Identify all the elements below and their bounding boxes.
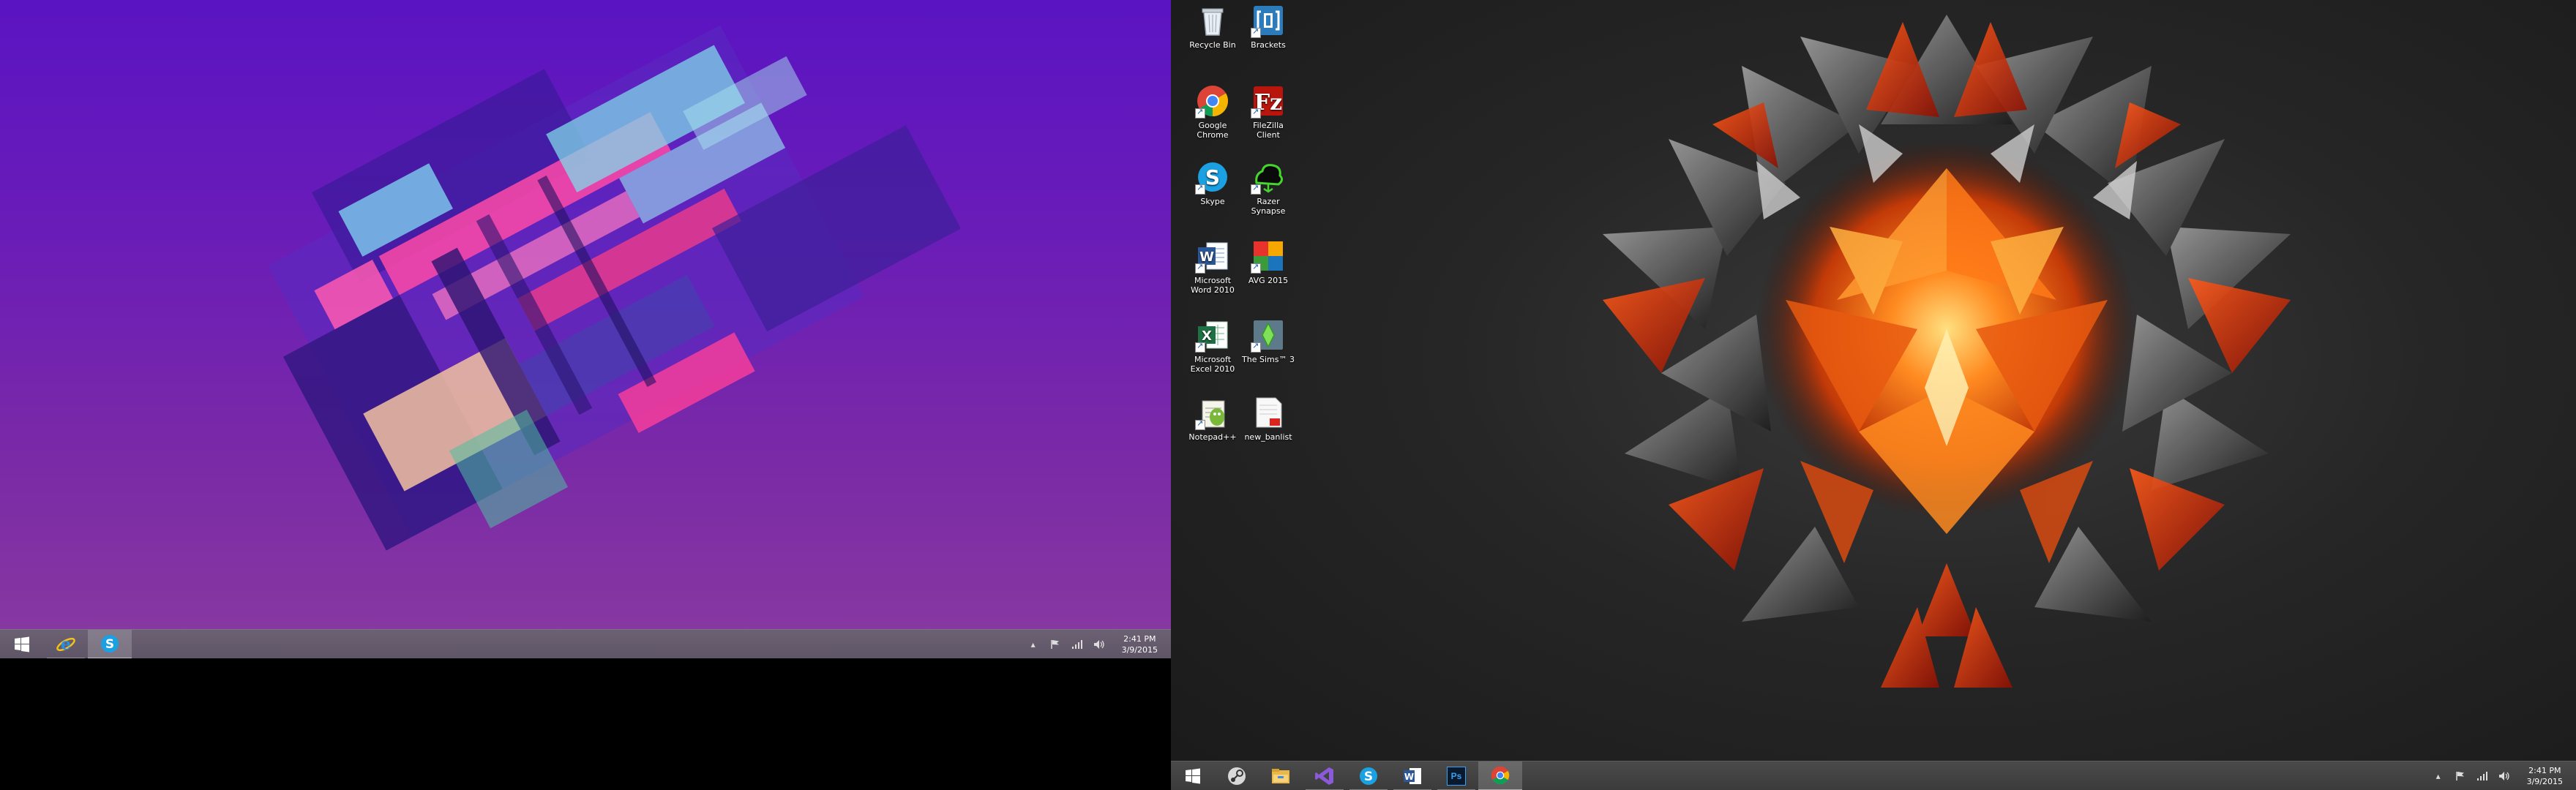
google-chrome-icon xyxy=(1491,766,1510,784)
desktop-icon-label: The Sims™ 3 xyxy=(1242,355,1295,364)
shortcut-arrow-icon xyxy=(1195,107,1205,118)
desktop-icon-label: new_banlist xyxy=(1244,432,1292,442)
taskbar: S W Ps ▴ 2:41 PM 3/9/2015 xyxy=(1171,761,2576,790)
microsoft-word-icon: W xyxy=(1404,767,1421,784)
skype-button[interactable]: S xyxy=(1347,761,1390,790)
shortcut-arrow-icon xyxy=(1195,418,1205,430)
internet-explorer-button[interactable]: e xyxy=(44,630,88,658)
start-button[interactable] xyxy=(1171,761,1215,790)
desktop-icon-label: Razer Synapse xyxy=(1251,197,1286,216)
photoshop-button[interactable]: Ps xyxy=(1434,761,1478,790)
desktop-icon-label: FileZilla Client xyxy=(1253,121,1284,140)
desktop-icon-label: Notepad++ xyxy=(1188,432,1237,442)
shortcut-arrow-icon xyxy=(1251,183,1261,195)
desktop-icon-avg[interactable]: AVG 2015 xyxy=(1240,238,1296,285)
google-chrome-button[interactable] xyxy=(1478,761,1522,790)
taskbar-clock[interactable]: 2:41 PM 3/9/2015 xyxy=(2527,765,2563,787)
shortcut-arrow-icon xyxy=(1251,26,1261,38)
desktop-icon-label: AVG 2015 xyxy=(1248,276,1289,285)
network-icon[interactable] xyxy=(2476,770,2489,783)
svg-text:S: S xyxy=(105,637,114,652)
volume-icon[interactable] xyxy=(1093,638,1106,651)
shortcut-arrow-icon xyxy=(1251,341,1261,353)
network-icon[interactable] xyxy=(1071,638,1084,651)
system-tray: ▴ 2:41 PM 3/9/2015 xyxy=(1022,630,1171,659)
shortcut-arrow-icon xyxy=(1251,262,1261,274)
empty-display-area xyxy=(0,658,1171,790)
svg-text:S: S xyxy=(1364,770,1373,784)
desktop-icon-brackets[interactable]: Brackets xyxy=(1240,3,1296,50)
show-hidden-icons-chevron-icon[interactable]: ▴ xyxy=(2432,770,2445,783)
desktop-icon-microsoft-word[interactable]: W Microsoft Word 2010 xyxy=(1185,238,1240,295)
photoshop-icon-text: Ps xyxy=(1450,770,1462,781)
recycle-bin-icon xyxy=(1202,8,1224,36)
desktop-icon-razer-synapse[interactable]: Razer Synapse xyxy=(1240,159,1296,216)
action-center-flag-icon[interactable] xyxy=(2454,770,2467,783)
shortcut-arrow-icon xyxy=(1195,262,1205,274)
shortcut-arrow-icon xyxy=(1195,183,1205,195)
windows-logo-icon xyxy=(15,636,29,652)
purple-abstract-wallpaper xyxy=(267,25,962,551)
microsoft-word-button[interactable]: W xyxy=(1390,761,1434,790)
orange-crystal-wallpaper xyxy=(1603,15,2291,688)
clock-date: 3/9/2015 xyxy=(1121,644,1158,655)
desktop-icon-microsoft-excel[interactable]: X Microsoft Excel 2010 xyxy=(1185,317,1240,374)
svg-text:e: e xyxy=(61,635,71,654)
svg-text:W: W xyxy=(1404,772,1414,782)
shortcut-arrow-icon xyxy=(1195,341,1205,353)
file-explorer-button[interactable] xyxy=(1259,761,1303,790)
right-monitor-desktop: Recycle Bin Brackets xyxy=(1171,0,2576,790)
desktop-icon-label: Google Chrome xyxy=(1197,121,1229,140)
left-monitor-desktop: e S ▴ 2:41 PM 3/9/2015 xyxy=(0,0,1171,658)
desktop-icon-filezilla[interactable]: Fz FileZilla Client xyxy=(1240,83,1296,140)
clock-time: 2:41 PM xyxy=(2528,765,2561,775)
visual-studio-icon xyxy=(1315,767,1333,785)
desktop-icon-label: Microsoft Excel 2010 xyxy=(1190,355,1235,374)
volume-icon[interactable] xyxy=(2498,770,2511,783)
skype-icon: S xyxy=(101,634,119,652)
desktop-icon-label: Microsoft Word 2010 xyxy=(1191,276,1235,295)
start-button[interactable] xyxy=(0,630,44,659)
taskbar: e S ▴ 2:41 PM 3/9/2015 xyxy=(0,629,1171,658)
file-explorer-icon xyxy=(1272,768,1289,783)
desktop-icon-label: Brackets xyxy=(1251,40,1286,50)
desktop-icon-notepad-plus-plus[interactable]: Notepad++ xyxy=(1185,395,1240,442)
desktop-icon-skype[interactable]: S Skype xyxy=(1185,159,1240,206)
desktop-icon-recycle-bin[interactable]: Recycle Bin xyxy=(1185,3,1240,50)
desktop-icon-label: Recycle Bin xyxy=(1189,40,1236,50)
system-tray: ▴ 2:41 PM 3/9/2015 xyxy=(2427,761,2576,790)
photoshop-icon: Ps xyxy=(1447,766,1466,786)
clock-date: 3/9/2015 xyxy=(2526,776,2563,786)
desktop-icon-the-sims-3[interactable]: The Sims™ 3 xyxy=(1240,317,1296,364)
svg-text:S: S xyxy=(1205,165,1220,189)
desktop-icon-new-banlist[interactable]: new_banlist xyxy=(1240,395,1296,442)
skype-button[interactable]: S xyxy=(88,629,132,658)
desktop-icon-label: Skype xyxy=(1200,197,1225,206)
steam-button[interactable] xyxy=(1215,761,1259,790)
pdf-document-icon xyxy=(1256,397,1282,428)
action-center-flag-icon[interactable] xyxy=(1049,638,1062,651)
skype-icon: S xyxy=(1360,767,1377,785)
desktop-icon-google-chrome[interactable]: Google Chrome xyxy=(1185,83,1240,140)
taskbar-clock[interactable]: 2:41 PM 3/9/2015 xyxy=(1122,633,1158,655)
steam-icon xyxy=(1228,767,1246,785)
internet-explorer-icon: e xyxy=(56,635,75,654)
windows-logo-icon xyxy=(1186,768,1200,783)
show-hidden-icons-chevron-icon[interactable]: ▴ xyxy=(1027,638,1040,651)
shortcut-arrow-icon xyxy=(1251,107,1261,118)
visual-studio-button[interactable] xyxy=(1303,761,1347,790)
clock-time: 2:41 PM xyxy=(1123,633,1156,644)
